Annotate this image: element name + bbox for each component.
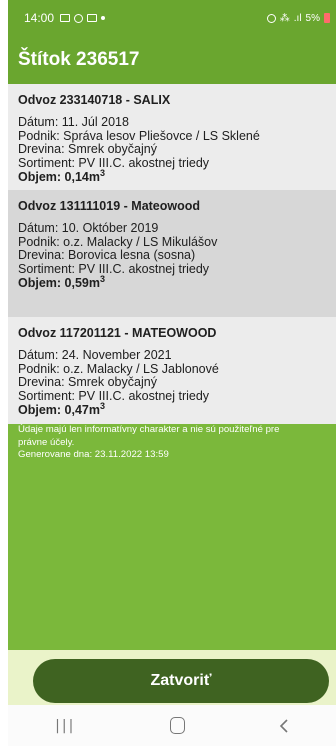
notification-dot-icon xyxy=(101,16,106,20)
list-item[interactable]: Odvoz 131111019 - Mateowood Dátum: 10. O… xyxy=(8,190,336,317)
list-item[interactable]: Odvoz 233140718 - SALIX Dátum: 11. Júl 2… xyxy=(8,84,336,190)
record-assortment: Sortiment: PV III.C. akostnej triedy xyxy=(18,388,210,403)
record-volume: Objem: 0,14m3 xyxy=(18,167,105,184)
record-title: Odvoz 131111019 - Mateowood xyxy=(18,199,201,213)
record-volume: Objem: 0,47m3 xyxy=(18,400,105,417)
disclaimer-line: Údaje majú len informatívny charakter a … xyxy=(18,424,280,435)
gallery-icon xyxy=(60,14,71,22)
record-company: Podnik: Správa lesov Pliešovce / LS Skle… xyxy=(18,128,260,143)
signal-icon: .ıl xyxy=(293,12,302,24)
close-button[interactable]: Zatvoriť xyxy=(33,659,329,703)
battery-low-icon xyxy=(324,13,330,23)
record-date: Dátum: 10. Október 2019 xyxy=(18,221,159,235)
transport-list: Odvoz 233140718 - SALIX Dátum: 11. Júl 2… xyxy=(8,84,336,424)
record-assortment: Sortiment: PV III.C. akostnej triedy xyxy=(18,261,210,276)
back-icon[interactable] xyxy=(279,718,289,733)
battery-percent: 5% xyxy=(305,12,320,24)
record-date: Dátum: 24. November 2021 xyxy=(18,348,172,362)
record-volume: Objem: 0,59m3 xyxy=(18,273,105,290)
status-time: 14:00 xyxy=(24,11,55,25)
record-date: Dátum: 11. Júl 2018 xyxy=(18,115,129,129)
record-company: Podnik: o.z. Malacky / LS Jablonové xyxy=(18,361,219,376)
status-bar: 14:00 ⁂ .ıl 5% xyxy=(8,0,336,36)
alarm-icon xyxy=(266,13,276,23)
volte-icon: ⁂ xyxy=(279,12,290,24)
disclaimer-line: právne účely. xyxy=(18,436,75,448)
home-icon[interactable] xyxy=(169,717,185,734)
record-species: Drevina: Borovica lesna (sosna) xyxy=(18,248,196,262)
app-screen: 14:00 ⁂ .ıl 5% Štítok 236517 Odvoz 23314… xyxy=(0,0,336,746)
generated-date: Generovane dna: 23.11.2022 13:59 xyxy=(18,449,169,460)
record-title: Odvoz 233140718 - SALIX xyxy=(18,93,171,107)
record-assortment: Sortiment: PV III.C. akostnej triedy xyxy=(18,155,210,170)
list-item[interactable]: Odvoz 117201121 - MATEOWOOD Dátum: 24. N… xyxy=(8,317,336,424)
record-company: Podnik: o.z. Malacky / LS Mikulášov xyxy=(18,234,218,249)
recents-icon[interactable]: ||| xyxy=(55,718,75,734)
record-title: Odvoz 117201121 - MATEOWOOD xyxy=(18,326,217,340)
instagram-icon xyxy=(74,13,84,23)
record-species: Drevina: Smrek obyčajný xyxy=(18,375,157,389)
page-title: Štítok 236517 xyxy=(18,49,140,70)
record-species: Drevina: Smrek obyčajný xyxy=(18,142,157,156)
disclaimer: Údaje majú len informatívny charakter a … xyxy=(8,424,336,462)
system-nav-bar: ||| xyxy=(8,705,336,746)
messenger-icon xyxy=(87,14,98,22)
app-bar: Štítok 236517 xyxy=(8,36,336,84)
